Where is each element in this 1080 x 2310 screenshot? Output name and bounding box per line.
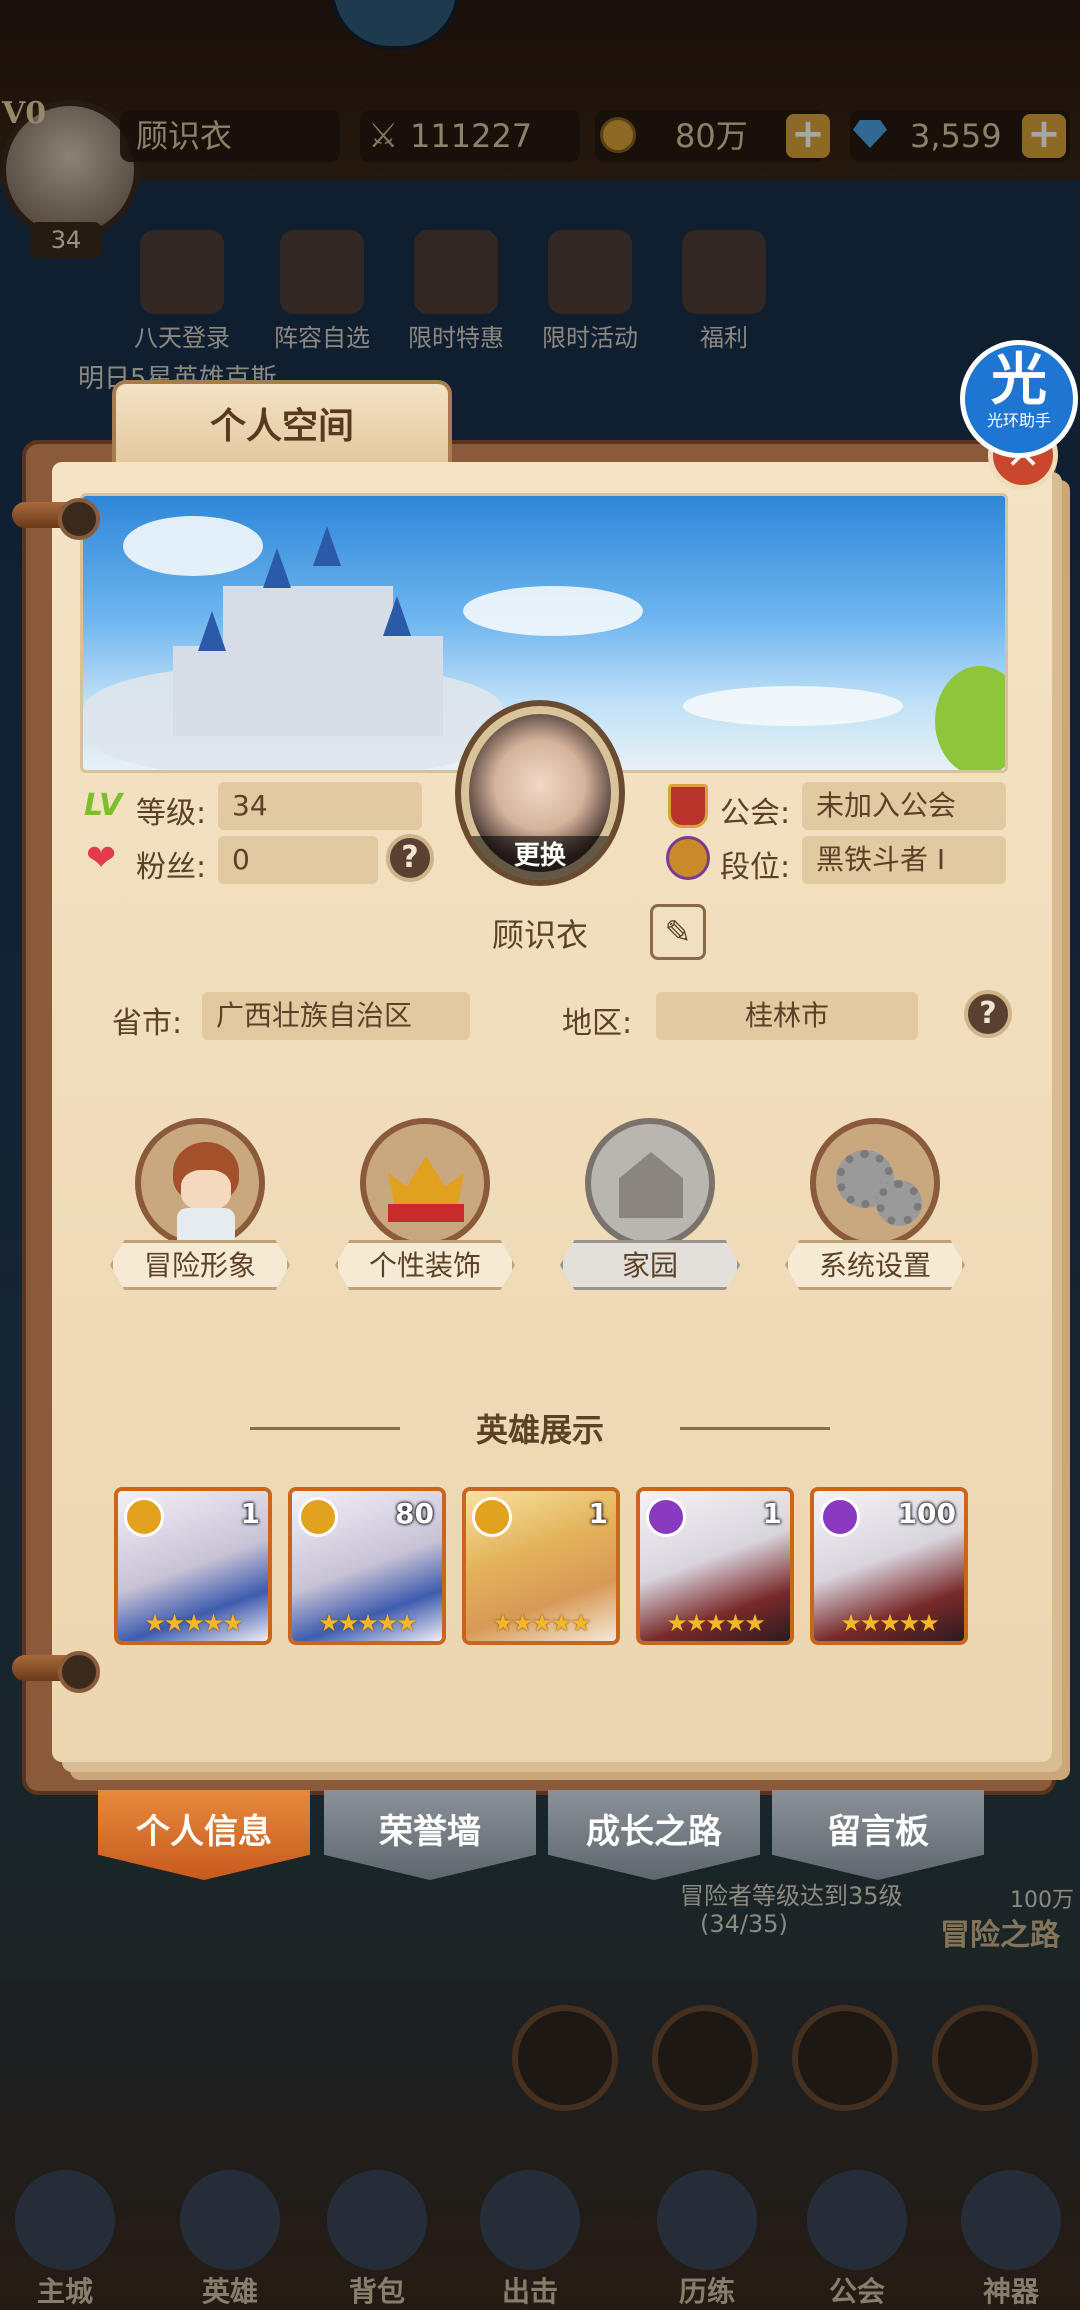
sun-element-icon xyxy=(472,1497,512,1537)
hero-card[interactable]: 1 ★★★★★ xyxy=(462,1487,620,1645)
fans-value: 0 xyxy=(218,836,378,884)
profile-player-name: 顾识衣 xyxy=(491,916,588,954)
level-label: 等级: xyxy=(136,796,207,831)
fans-help-button[interactable]: ? xyxy=(386,834,434,882)
profile-avatar[interactable]: 更换 xyxy=(455,700,625,886)
hero-showcase-title: 英雄展示 xyxy=(475,1411,604,1449)
crown-icon xyxy=(360,1118,490,1248)
province-select[interactable]: 广西壮族自治区 xyxy=(202,992,470,1040)
hero-card[interactable]: 1 ★★★★★ xyxy=(636,1487,794,1645)
location-help-button[interactable]: ? xyxy=(964,990,1012,1038)
hero-card[interactable]: 80 ★★★★★ xyxy=(288,1487,446,1645)
rank-emblem-icon xyxy=(666,836,710,880)
rank-value: 黑铁斗者 I xyxy=(802,836,1006,884)
region-label: 地区: xyxy=(562,1006,633,1041)
scroll-rod-top xyxy=(12,498,100,540)
province-label: 省市: xyxy=(112,1006,183,1041)
menu-decoration[interactable]: 个性装饰 xyxy=(335,1118,515,1290)
rank-label: 段位: xyxy=(720,850,791,885)
panel-title: 个人空间 xyxy=(112,380,452,470)
gear-icon xyxy=(810,1118,940,1248)
moon-element-icon xyxy=(820,1497,860,1537)
adventurer-portrait-icon xyxy=(135,1118,265,1248)
menu-system-settings[interactable]: 系统设置 xyxy=(785,1118,965,1290)
fans-label: 粉丝: xyxy=(136,850,207,885)
sun-element-icon xyxy=(124,1497,164,1537)
level-value: 34 xyxy=(218,782,422,830)
moon-element-icon xyxy=(646,1497,686,1537)
level-icon: LV xyxy=(84,788,123,823)
scroll-rod-bottom xyxy=(12,1651,100,1693)
helper-float-button[interactable]: 光 光环助手 xyxy=(960,340,1078,458)
sun-element-icon xyxy=(298,1497,338,1537)
guild-label: 公会: xyxy=(720,796,791,831)
pencil-icon: ✎ xyxy=(664,913,692,951)
hero-card[interactable]: 1 ★★★★★ xyxy=(114,1487,272,1645)
heart-icon: ❤ xyxy=(86,838,117,879)
menu-homestead[interactable]: 家园 xyxy=(560,1118,740,1290)
region-select[interactable]: 桂林市 xyxy=(656,992,918,1040)
tree-foliage xyxy=(935,666,1005,770)
menu-adventure-image[interactable]: 冒险形象 xyxy=(110,1118,290,1290)
house-icon xyxy=(585,1118,715,1248)
edit-name-button[interactable]: ✎ xyxy=(650,904,706,960)
guild-value: 未加入公会 xyxy=(802,782,1006,830)
guild-shield-icon xyxy=(668,784,708,828)
change-avatar-button[interactable]: 更换 xyxy=(461,836,619,880)
hero-card[interactable]: 100 ★★★★★ xyxy=(810,1487,968,1645)
